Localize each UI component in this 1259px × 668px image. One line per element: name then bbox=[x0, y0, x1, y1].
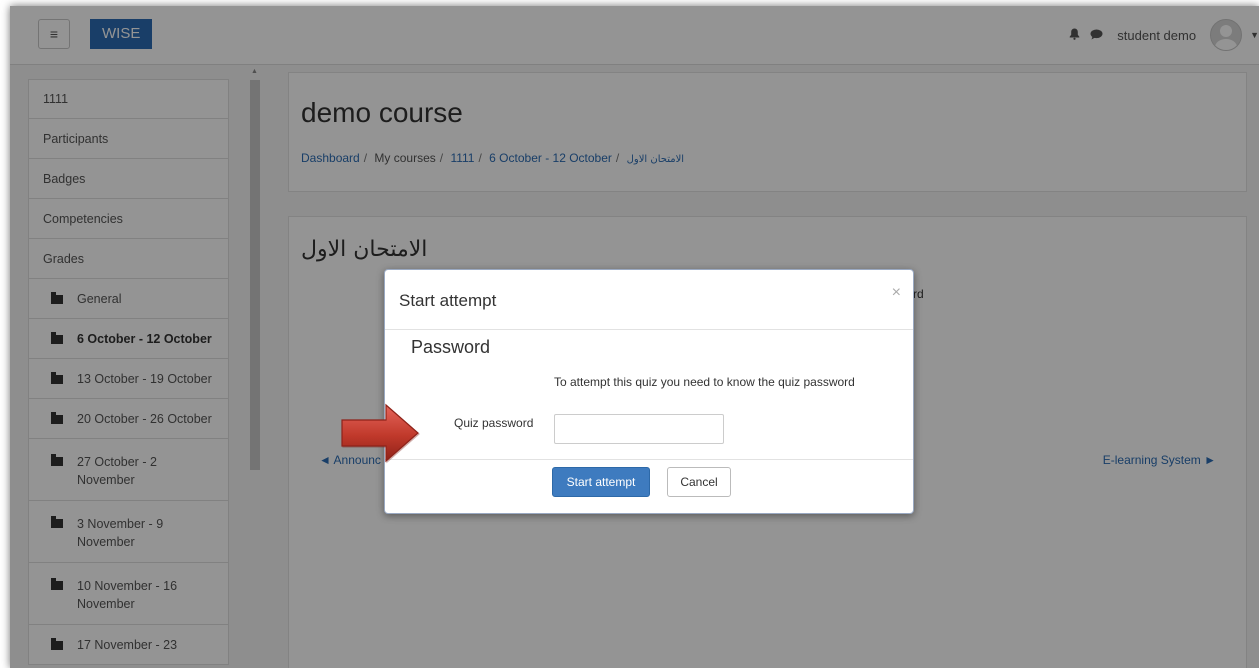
dialog-title: Start attempt bbox=[399, 291, 497, 310]
start-attempt-button[interactable]: Start attempt bbox=[552, 467, 650, 497]
password-note: To attempt this quiz you need to know th… bbox=[554, 375, 855, 389]
password-section-title: Password bbox=[411, 337, 491, 357]
start-attempt-dialog: Start attempt × Password To attempt this… bbox=[384, 269, 914, 514]
browser-viewport: ≡ WISE student demo ▼ 1111 Participants … bbox=[10, 6, 1259, 668]
close-icon[interactable]: × bbox=[892, 284, 901, 302]
quiz-password-input[interactable] bbox=[554, 414, 724, 444]
quiz-password-label: Quiz password bbox=[454, 416, 534, 430]
divider bbox=[385, 329, 913, 330]
divider bbox=[385, 459, 913, 460]
cancel-button[interactable]: Cancel bbox=[667, 467, 731, 497]
red-arrow-right-icon bbox=[341, 403, 420, 464]
